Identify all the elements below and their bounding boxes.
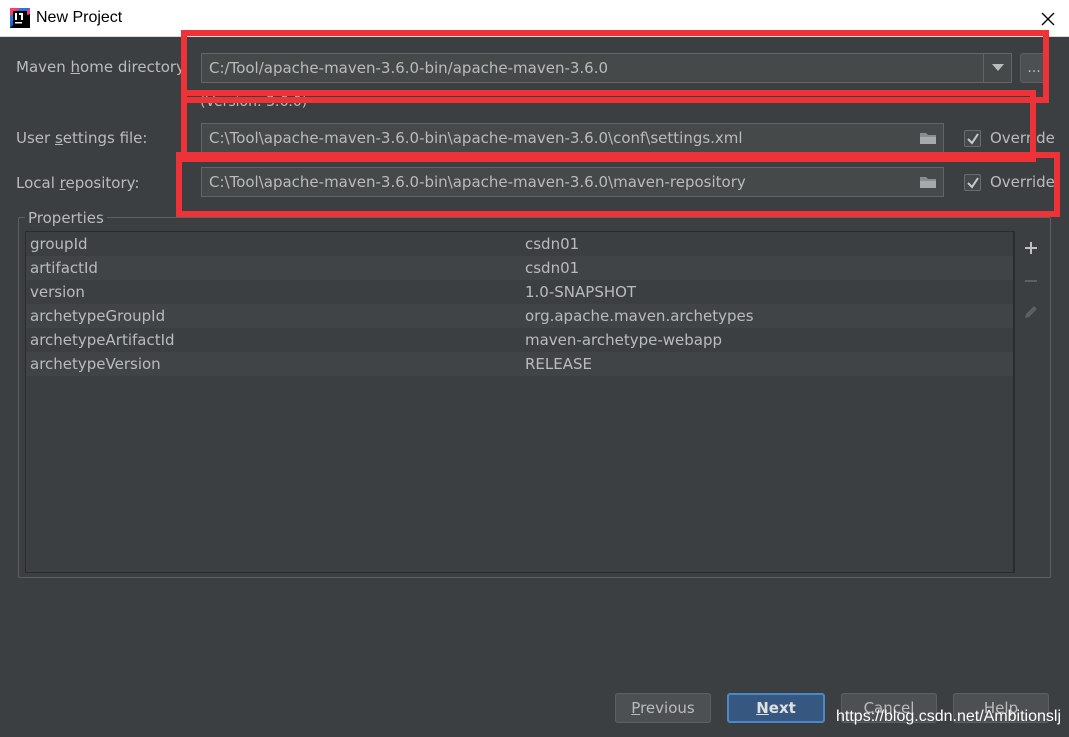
table-row[interactable]: artifactId csdn01 xyxy=(26,256,1013,280)
close-icon[interactable] xyxy=(1037,8,1059,30)
property-key: archetypeArtifactId xyxy=(30,331,175,349)
user-settings-label: User settings file: xyxy=(16,129,148,147)
watermark-text: https://blog.csdn.net/Ambitionslj xyxy=(836,708,1062,725)
local-repository-label: Local repository: xyxy=(16,174,140,192)
table-row[interactable]: groupId csdn01 xyxy=(26,232,1013,256)
user-settings-value: C:\Tool\apache-maven-3.6.0-bin\apache-ma… xyxy=(209,129,743,147)
next-button[interactable]: Next xyxy=(727,693,825,723)
folder-icon[interactable] xyxy=(919,130,937,146)
property-key: groupId xyxy=(30,235,88,253)
browse-button[interactable]: ... xyxy=(1020,53,1048,83)
property-value: csdn01 xyxy=(525,235,580,253)
property-value: csdn01 xyxy=(525,259,580,277)
chevron-down-icon[interactable] xyxy=(983,54,1011,82)
local-repository-field[interactable]: C:\Tool\apache-maven-3.6.0-bin\apache-ma… xyxy=(201,167,944,197)
user-settings-field[interactable]: C:\Tool\apache-maven-3.6.0-bin\apache-ma… xyxy=(201,123,944,153)
property-key: archetypeGroupId xyxy=(30,307,166,325)
intellij-idea-icon xyxy=(10,8,30,28)
properties-toolbar xyxy=(1014,231,1047,573)
title-bar: New Project xyxy=(0,0,1069,37)
local-repository-override-checkbox[interactable] xyxy=(964,174,981,191)
property-key: artifactId xyxy=(30,259,98,277)
property-key: version xyxy=(30,283,85,301)
checkmark-icon xyxy=(967,177,979,189)
pencil-icon xyxy=(1021,302,1041,322)
table-row[interactable]: archetypeGroupId org.apache.maven.archety… xyxy=(26,304,1013,328)
property-key: archetypeVersion xyxy=(30,355,161,373)
table-row[interactable]: archetypeVersion RELEASE xyxy=(26,352,1013,376)
maven-home-combobox[interactable]: C:/Tool/apache-maven-3.6.0-bin/apache-ma… xyxy=(201,53,1012,83)
property-value: 1.0-SNAPSHOT xyxy=(525,283,637,301)
property-value: maven-archetype-webapp xyxy=(525,331,723,349)
folder-icon[interactable] xyxy=(919,174,937,190)
user-settings-override-checkbox[interactable] xyxy=(964,130,981,147)
maven-home-label: Maven home directory xyxy=(16,58,185,76)
properties-table[interactable]: groupId csdn01 artifactId csdn01 version 1.… xyxy=(25,231,1014,573)
minus-icon xyxy=(1021,271,1041,291)
property-value: org.apache.maven.archetypes xyxy=(525,307,754,325)
window-title: New Project xyxy=(36,9,123,26)
plus-icon[interactable] xyxy=(1021,238,1041,258)
table-row[interactable]: version 1.0-SNAPSHOT xyxy=(26,280,1013,304)
maven-home-value: C:/Tool/apache-maven-3.6.0-bin/apache-ma… xyxy=(209,59,609,77)
property-value: RELEASE xyxy=(525,355,592,373)
previous-button[interactable]: Previous xyxy=(615,693,711,723)
local-repository-value: C:\Tool\apache-maven-3.6.0-bin\apache-ma… xyxy=(209,173,746,191)
user-settings-override-label[interactable]: Override xyxy=(990,129,1055,147)
properties-title: Properties xyxy=(25,209,107,227)
maven-version-label: (Version: 3.6.0) xyxy=(200,94,308,110)
table-row[interactable]: archetypeArtifactId maven-archetype-webap… xyxy=(26,328,1013,352)
checkmark-icon xyxy=(967,133,979,145)
local-repository-override-label[interactable]: Override xyxy=(990,173,1055,191)
